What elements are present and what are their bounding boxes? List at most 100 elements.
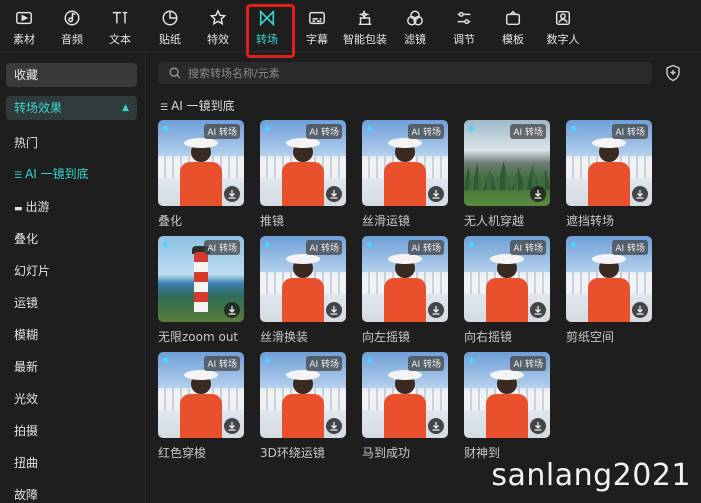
download-icon[interactable]: [428, 186, 444, 202]
media-icon: [14, 8, 34, 28]
transition-card[interactable]: ◆ AI 转场 丝滑运镜: [362, 120, 448, 229]
transition-card[interactable]: ◆ AI 转场 财神到: [464, 352, 550, 461]
transition-card-label: 叠化: [158, 214, 183, 228]
download-icon[interactable]: [632, 302, 648, 318]
transition-card[interactable]: ◆ AI 转场 叠化: [158, 120, 244, 229]
diamond-icon: ◆: [366, 124, 373, 134]
sidebar-item-latest[interactable]: 最新: [14, 358, 38, 375]
ai-transition-tag: AI 转场: [612, 240, 648, 255]
search-input[interactable]: [188, 66, 628, 80]
download-icon[interactable]: [326, 302, 342, 318]
chevron-up-icon: ▲: [122, 103, 129, 113]
tab-transition[interactable]: 转场: [243, 4, 291, 48]
download-icon[interactable]: [530, 302, 546, 318]
transition-card[interactable]: ◆ AI 转场 马到成功: [362, 352, 448, 461]
transition-thumbnail: ◆ AI 转场: [464, 120, 550, 206]
section-title: ☰ AI 一镜到底: [160, 97, 235, 114]
transition-card[interactable]: ◆ AI 转场 丝滑换装: [260, 236, 346, 345]
tab-subtitle[interactable]: 字幕: [293, 4, 341, 48]
tab-text-label: 文本: [109, 33, 131, 46]
sidebar-item-light[interactable]: 光效: [14, 390, 38, 407]
subtitle-icon: [307, 8, 327, 28]
download-icon[interactable]: [326, 418, 342, 434]
adjust-icon: [454, 8, 474, 28]
transition-card-label: 无限zoom out: [158, 330, 239, 344]
download-icon[interactable]: [530, 186, 546, 202]
transition-card[interactable]: ◆ AI 转场 3D环绕运镜: [260, 352, 346, 461]
sidebar-item-distort[interactable]: 扭曲: [14, 454, 38, 471]
transition-card[interactable]: ◆ AI 转场 推镜: [260, 120, 346, 229]
tab-effects[interactable]: 特效: [194, 4, 242, 48]
transition-card[interactable]: ◆ AI 转场无限zoom out: [158, 236, 244, 345]
transition-card-label: 剪纸空间: [566, 330, 615, 344]
transition-card[interactable]: ◆ AI 转场遮挡转场: [566, 120, 652, 229]
tab-digital-human[interactable]: 数字人: [538, 4, 588, 48]
transition-card-label: 遮挡转场: [566, 214, 615, 228]
transition-effects-category[interactable]: 转场效果 ▲: [6, 96, 137, 120]
download-icon[interactable]: [428, 302, 444, 318]
transition-card-label: 丝滑换装: [260, 330, 309, 344]
smart-pack-icon: [355, 8, 375, 28]
diamond-icon: ◆: [162, 356, 169, 366]
tab-smart-pack[interactable]: 智能包装: [341, 4, 389, 48]
transition-card-label: 向左摇镜: [362, 330, 411, 344]
tab-digital-human-label: 数字人: [546, 33, 580, 46]
ai-transition-tag: AI 转场: [306, 240, 342, 255]
tab-media[interactable]: 素材: [0, 4, 48, 48]
effects-icon: [208, 8, 228, 28]
sidebar-item-glitch[interactable]: 故障: [14, 486, 38, 503]
transition-thumbnail: ◆ AI 转场: [158, 236, 244, 322]
download-icon[interactable]: [428, 418, 444, 434]
tab-audio[interactable]: 音频: [48, 4, 96, 48]
tab-text[interactable]: 文本: [96, 4, 144, 48]
sidebar-item-shoot[interactable]: 拍摄: [14, 422, 38, 439]
sidebar-item-slideshow[interactable]: 幻灯片: [14, 262, 50, 279]
category-label: 转场效果: [14, 101, 63, 115]
favorites-button[interactable]: 收藏: [6, 63, 137, 87]
transition-card-label: 无人机穿越: [464, 214, 525, 228]
transition-card[interactable]: ◆ AI 转场 剪纸空间: [566, 236, 652, 345]
transition-card[interactable]: ◆ AI 转场 红色穿梭: [158, 352, 244, 461]
tab-smart-pack-label: 智能包装: [343, 33, 387, 46]
ai-transition-tag: AI 转场: [408, 124, 444, 139]
tab-sticker[interactable]: 贴纸: [146, 4, 194, 48]
sidebar-item-camera-move[interactable]: 运镜: [14, 294, 38, 311]
sidebar-item-dissolve[interactable]: 叠化: [14, 230, 38, 247]
digital-human-icon: [553, 8, 573, 28]
diamond-icon: ◆: [162, 240, 169, 250]
list-icon: ☰: [14, 171, 23, 181]
tab-sticker-label: 贴纸: [159, 33, 181, 46]
transition-card-label: 向右摇镜: [464, 330, 513, 344]
shield-badge-icon[interactable]: [664, 64, 682, 82]
sidebar-item-blur[interactable]: 模糊: [14, 326, 38, 343]
transition-card[interactable]: ◆ AI 转场无人机穿越: [464, 120, 550, 229]
tab-media-label: 素材: [13, 33, 35, 46]
download-icon[interactable]: [224, 418, 240, 434]
tab-subtitle-label: 字幕: [306, 33, 328, 46]
tab-filter[interactable]: 滤镜: [391, 4, 439, 48]
tab-effects-label: 特效: [207, 33, 229, 46]
tab-template[interactable]: 模板: [489, 4, 537, 48]
ai-transition-tag: AI 转场: [204, 356, 240, 371]
transition-card[interactable]: ◆ AI 转场 向右摇镜: [464, 236, 550, 345]
sidebar-item-ai-one-take[interactable]: ☰ AI 一镜到底: [14, 165, 89, 182]
transition-card[interactable]: ◆ AI 转场 向左摇镜: [362, 236, 448, 345]
tab-adjust[interactable]: 调节: [440, 4, 488, 48]
download-icon[interactable]: [224, 302, 240, 318]
transition-thumbnail: ◆ AI 转场: [566, 120, 652, 206]
diamond-icon: ◆: [570, 124, 577, 134]
download-icon[interactable]: [632, 186, 648, 202]
search-bar: [158, 62, 652, 84]
download-icon[interactable]: [530, 418, 546, 434]
sidebar-item-travel[interactable]: ▬ 出游: [14, 198, 50, 215]
text-icon: [110, 8, 130, 28]
transition-thumbnail: ◆ AI 转场: [362, 120, 448, 206]
sidebar-item-label: 出游: [25, 200, 50, 214]
top-toolbar: 素材 音频 文本 贴纸 特效 转场 字幕 智能包装 滤镜 调节 模板 数字人: [0, 0, 701, 52]
download-icon[interactable]: [326, 186, 342, 202]
bar-icon: ▬: [14, 204, 23, 214]
diamond-icon: ◆: [468, 356, 475, 366]
download-icon[interactable]: [224, 186, 240, 202]
sidebar-item-hot[interactable]: 热门: [14, 134, 38, 151]
watermark: sanlang2021: [491, 458, 691, 493]
